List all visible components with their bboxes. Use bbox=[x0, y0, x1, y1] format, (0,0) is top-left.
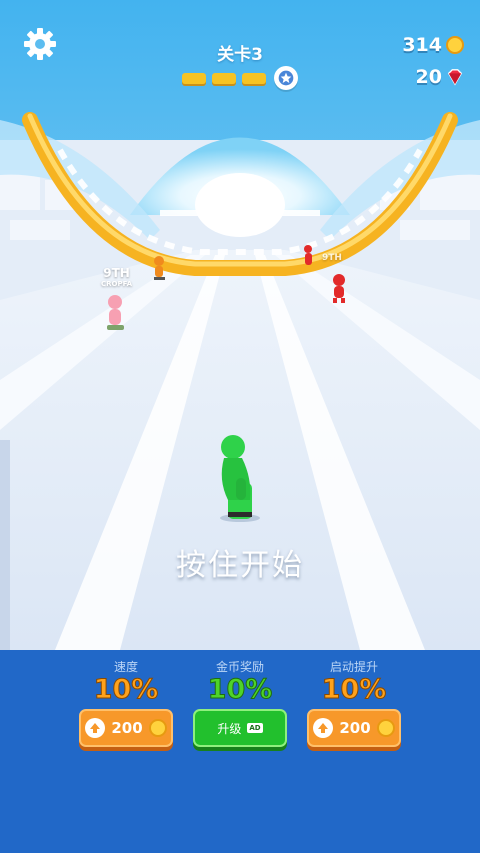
upgrade-title: 速度 bbox=[113, 660, 138, 674]
progress-segment bbox=[212, 72, 236, 84]
upgrade-button-label: 升级 bbox=[217, 721, 242, 736]
upgrade-start-boost: 启动提升 10% 200 bbox=[304, 658, 404, 747]
gem-count: 20 bbox=[415, 66, 442, 88]
arrow-up-icon bbox=[313, 718, 334, 738]
racer-red-far bbox=[304, 245, 312, 265]
racer-rank-2: 9TH bbox=[322, 253, 342, 263]
coin-icon bbox=[446, 36, 464, 54]
hold-to-start-text: 按住开始 bbox=[176, 548, 304, 583]
ad-icon: AD bbox=[247, 723, 263, 733]
upgrade-percent: 10% bbox=[321, 674, 387, 705]
upgrade-cost: 200 bbox=[111, 719, 143, 737]
gem-counter: 20 bbox=[416, 66, 464, 88]
star-icon bbox=[274, 66, 298, 90]
upgrade-percent: 10% bbox=[93, 674, 159, 705]
speed-upgrade-button[interactable]: 200 bbox=[79, 709, 173, 747]
coin-icon bbox=[148, 719, 167, 737]
racer-rank-tag-2: 9TH bbox=[322, 253, 342, 264]
coin-count: 314 bbox=[402, 34, 442, 56]
progress-segment bbox=[242, 72, 266, 84]
racer-rank-tag: 9TH CROPFA bbox=[101, 266, 133, 290]
arrow-up-icon bbox=[85, 718, 106, 738]
coin-counter: 314 bbox=[402, 34, 464, 56]
upgrade-title: 金币奖励 bbox=[215, 660, 264, 674]
upgrade-title: 启动提升 bbox=[329, 660, 378, 674]
start-boost-upgrade-button[interactable]: 200 bbox=[307, 709, 401, 747]
level-progress bbox=[182, 66, 298, 90]
gem-icon bbox=[447, 69, 463, 86]
coin-reward-upgrade-button[interactable]: 升级 AD bbox=[193, 709, 287, 747]
racer-rank: 9TH bbox=[103, 266, 130, 280]
progress-segment bbox=[182, 72, 206, 84]
game-scene[interactable]: 9TH CROPFA 9TH 关卡3 314 20 按住开始 bbox=[0, 0, 480, 650]
upgrade-speed: 速度 10% 200 bbox=[76, 658, 176, 747]
upgrade-cost: 200 bbox=[339, 719, 371, 737]
racer-name: CROPFA bbox=[101, 280, 133, 288]
upgrade-coin-reward: 金币奖励 10% 升级 AD bbox=[190, 658, 290, 747]
coin-icon bbox=[376, 719, 395, 737]
upgrade-percent: 10% bbox=[207, 674, 273, 705]
